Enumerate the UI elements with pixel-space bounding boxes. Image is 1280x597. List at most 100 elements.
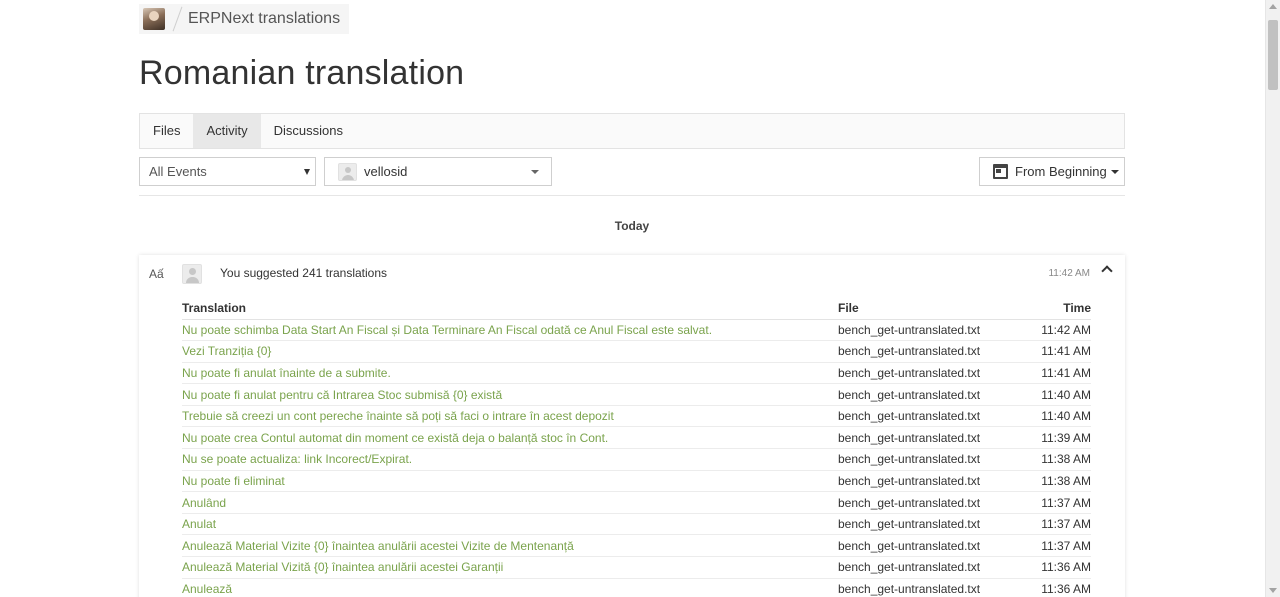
table-header-row: Translation File Time [182, 298, 1091, 320]
translation-cell: Nu poate fi anulat înainte de a submite. [182, 362, 838, 385]
table-row: Nu poate fi anulat pentru că Intrarea St… [182, 383, 1091, 406]
table-row: Nu poate schimba Data Start An Fiscal și… [182, 319, 1091, 342]
file-cell: bench_get-untranslated.txt [838, 362, 1021, 385]
user-avatar-icon [182, 264, 202, 284]
events-filter-select[interactable]: All Events [139, 157, 316, 186]
file-cell: bench_get-untranslated.txt [838, 556, 1021, 579]
file-cell: bench_get-untranslated.txt [838, 405, 1021, 428]
user-filter-value: vellosid [364, 164, 408, 179]
column-header-time: Time [1021, 298, 1091, 320]
translation-cell: Vezi Tranziția {0} [182, 340, 838, 363]
translation-link[interactable]: Nu poate fi eliminat [182, 474, 285, 488]
table-row: Vezi Tranziția {0} bench_get-untranslated… [182, 340, 1091, 363]
file-cell: bench_get-untranslated.txt [838, 340, 1021, 363]
date-range-button[interactable]: From Beginning [979, 157, 1125, 186]
filter-divider [139, 195, 1125, 196]
time-cell: 11:39 AM [1021, 426, 1091, 450]
file-cell: bench_get-untranslated.txt [838, 319, 1021, 342]
table-row: Nu poate fi eliminat bench_get-untranslat… [182, 470, 1091, 493]
tab-files[interactable]: Files [140, 114, 193, 148]
table-row: Anulat bench_get-untranslated.txt 11:37 AM [182, 513, 1091, 536]
translation-link[interactable]: Nu poate schimba Data Start An Fiscal și… [182, 323, 712, 337]
file-cell: bench_get-untranslated.txt [838, 426, 1021, 450]
translation-cell: Anulează [182, 578, 838, 597]
chevron-down-icon [304, 169, 310, 175]
translation-link[interactable]: Vezi Tranziția {0} [182, 344, 271, 358]
translation-link[interactable]: Anulând [182, 496, 226, 510]
user-avatar-icon [338, 162, 357, 181]
event-summary: You suggested 241 translations [220, 266, 388, 280]
chevron-down-icon [531, 170, 539, 174]
translation-link[interactable]: Anulează Material Vizită {0} înaintea an… [182, 560, 503, 574]
breadcrumb-project-link[interactable]: ERPNext translations [188, 10, 340, 28]
table-row: Anulează Material Vizită {0} înaintea an… [182, 556, 1091, 579]
scroll-down-arrow-icon[interactable] [1269, 588, 1277, 593]
file-cell: bench_get-untranslated.txt [838, 491, 1021, 514]
tab-activity[interactable]: Activity [193, 114, 261, 148]
time-cell: 11:36 AM [1021, 556, 1091, 579]
page-title: Romanian translation [139, 54, 465, 92]
time-cell: 11:38 AM [1021, 470, 1091, 493]
translation-cell: Trebuie să creezi un cont pereche înaint… [182, 405, 838, 428]
time-cell: 11:37 AM [1021, 534, 1091, 558]
translation-cell: Nu poate crea Contul automat din moment … [182, 426, 838, 450]
translation-link[interactable]: Trebuie să creezi un cont pereche înaint… [182, 409, 614, 423]
table-row: Trebuie să creezi un cont pereche înaint… [182, 405, 1091, 428]
file-cell: bench_get-untranslated.txt [838, 383, 1021, 406]
table-row: Anulează Material Vizite {0} înaintea an… [182, 534, 1091, 558]
translation-cell: Nu poate fi eliminat [182, 470, 838, 493]
translation-link[interactable]: Nu poate fi anulat pentru că Intrarea St… [182, 388, 502, 402]
scroll-thumb[interactable] [1268, 20, 1278, 90]
day-label: Today [614, 219, 650, 233]
date-range-label: From Beginning [1015, 164, 1107, 179]
event-timestamp: 11:42 AM [1048, 268, 1090, 279]
translation-cell: Nu poate fi anulat pentru că Intrarea St… [182, 383, 838, 406]
translation-link[interactable]: Anulat [182, 517, 216, 531]
events-filter-value: All Events [149, 164, 207, 179]
chevron-up-icon[interactable] [1101, 265, 1113, 277]
time-cell: 11:36 AM [1021, 578, 1091, 597]
tab-discussions[interactable]: Discussions [261, 114, 356, 148]
time-cell: 11:37 AM [1021, 513, 1091, 536]
translations-table: Translation File Time Nu poate schimba D… [182, 298, 1091, 597]
table-row: Nu se poate actualiza: link Incorect/Exp… [182, 448, 1091, 471]
translation-link[interactable]: Anulează [182, 582, 232, 596]
translation-link[interactable]: Nu poate crea Contul automat din moment … [182, 431, 608, 445]
time-cell: 11:42 AM [1021, 319, 1091, 342]
column-header-translation: Translation [182, 298, 838, 320]
translation-link[interactable]: Nu poate fi anulat înainte de a submite. [182, 366, 391, 380]
translation-cell: Nu se poate actualiza: link Incorect/Exp… [182, 448, 838, 471]
column-header-file: File [838, 298, 1021, 320]
table-row: Anulează bench_get-untranslated.txt 11:36 … [182, 578, 1091, 597]
caret-down-icon [1110, 169, 1119, 174]
table-row: Anulând bench_get-untranslated.txt 11:37 A… [182, 491, 1091, 514]
file-cell: bench_get-untranslated.txt [838, 578, 1021, 597]
user-filter-select[interactable]: vellosid [324, 157, 552, 186]
translation-cell: Anulând [182, 491, 838, 514]
file-cell: bench_get-untranslated.txt [838, 448, 1021, 471]
tab-bar: Files Activity Discussions [139, 113, 1125, 149]
activity-event-card: Aấ You suggested 241 translations 11:42 … [139, 255, 1125, 597]
file-cell: bench_get-untranslated.txt [838, 513, 1021, 536]
time-cell: 11:38 AM [1021, 448, 1091, 471]
calendar-icon [993, 164, 1008, 179]
translation-link[interactable]: Anulează Material Vizite {0} înaintea an… [182, 539, 574, 553]
project-logo-icon[interactable] [143, 8, 165, 30]
time-cell: 11:41 AM [1021, 362, 1091, 385]
translation-cell: Anulează Material Vizită {0} înaintea an… [182, 556, 838, 579]
translation-cell: Anulat [182, 513, 838, 536]
file-cell: bench_get-untranslated.txt [838, 534, 1021, 558]
table-row: Nu poate crea Contul automat din moment … [182, 426, 1091, 450]
translation-cell: Nu poate schimba Data Start An Fiscal și… [182, 319, 838, 342]
translation-link[interactable]: Nu se poate actualiza: link Incorect/Exp… [182, 452, 412, 466]
breadcrumb-separator [172, 6, 183, 32]
page-scrollbar[interactable] [1265, 0, 1280, 597]
breadcrumb: ERPNext translations [139, 4, 349, 34]
time-cell: 11:37 AM [1021, 491, 1091, 514]
file-cell: bench_get-untranslated.txt [838, 470, 1021, 493]
time-cell: 11:41 AM [1021, 340, 1091, 363]
table-row: Nu poate fi anulat înainte de a submite.… [182, 362, 1091, 385]
time-cell: 11:40 AM [1021, 383, 1091, 406]
scroll-up-arrow-icon[interactable] [1269, 4, 1277, 9]
time-cell: 11:40 AM [1021, 405, 1091, 428]
